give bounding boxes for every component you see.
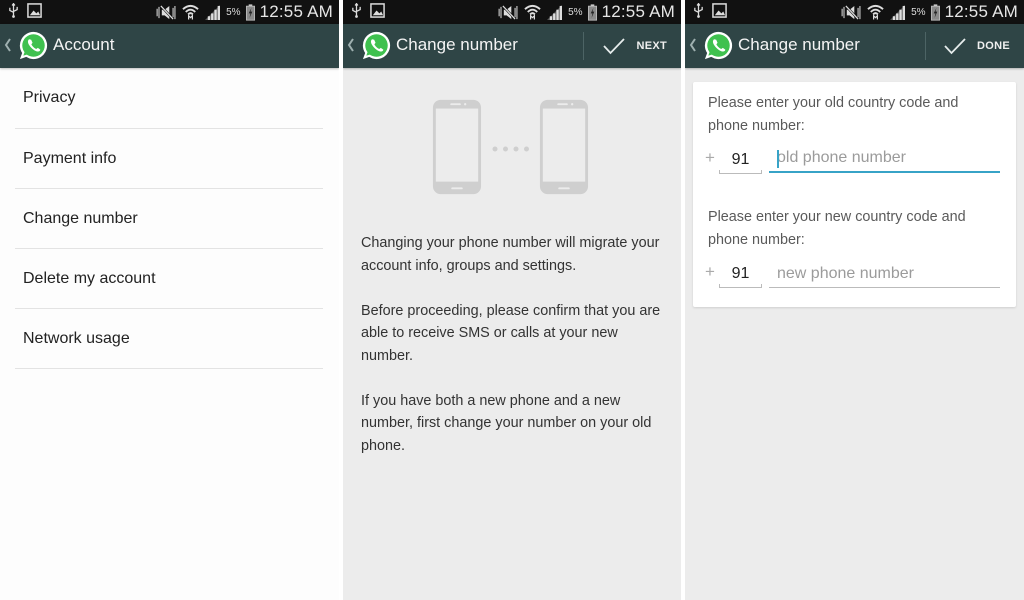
gallery-icon [712, 3, 727, 18]
usb-icon [351, 3, 362, 18]
menu-item-change-number[interactable]: Change number [15, 189, 323, 249]
back-chevron-icon[interactable] [4, 37, 12, 53]
account-menu: Privacy Payment info Change number Delet… [15, 68, 323, 369]
checkmark-icon [943, 37, 967, 55]
old-phone-icon [432, 99, 482, 195]
gallery-icon [27, 3, 42, 18]
explanation-text: Changing your phone number will migrate … [361, 232, 666, 480]
back-chevron-icon[interactable] [347, 37, 355, 53]
gallery-icon [370, 3, 385, 18]
mute-icon [498, 5, 519, 20]
paragraph-confirm: Before proceeding, please confirm that y… [361, 302, 661, 364]
new-number-prompt: Please enter your new country code and p… [708, 209, 966, 248]
old-phone-number-input[interactable] [769, 145, 1000, 173]
phones-illustration [432, 99, 589, 195]
account-screen: 5% 12:55 AM Account Privacy Payment info… [0, 0, 339, 600]
paragraph-new-phone: If you have both a new phone and a new n… [361, 392, 652, 454]
appbar-divider [925, 32, 926, 60]
app-bar: Change number DONE [685, 24, 1024, 68]
whatsapp-logo-icon[interactable] [18, 30, 49, 61]
next-label: NEXT [636, 40, 667, 52]
change-number-intro-screen: 5% 12:55 AM Change number NEXT Changing … [343, 0, 681, 600]
app-bar: Account [0, 24, 339, 68]
checkmark-icon [602, 37, 626, 55]
menu-item-payment-info[interactable]: Payment info [15, 129, 323, 189]
old-country-code-field[interactable]: 91 [719, 146, 762, 174]
signal-icon [204, 5, 221, 20]
phone-number-form: Please enter your old country code and p… [693, 82, 1016, 307]
battery-percent: 5% [568, 6, 583, 18]
dot-icon [503, 146, 508, 152]
paragraph-migrate: Changing your phone number will migrate … [361, 235, 660, 274]
mute-icon [841, 5, 862, 20]
status-bar: 5% 12:55 AM [685, 0, 1024, 24]
old-number-prompt: Please enter your old country code and p… [708, 95, 959, 134]
whatsapp-logo-icon[interactable] [361, 30, 392, 61]
screen-title: Change number [738, 35, 860, 54]
wifi-icon [524, 4, 541, 20]
back-chevron-icon[interactable] [689, 37, 697, 53]
signal-icon [546, 5, 563, 20]
battery-charging-icon [931, 4, 940, 21]
new-phone-icon [539, 99, 589, 195]
clock: 12:55 AM [601, 2, 675, 21]
text-cursor [777, 150, 779, 168]
menu-item-network-usage[interactable]: Network usage [15, 309, 323, 369]
appbar-divider [583, 32, 584, 60]
battery-charging-icon [246, 4, 255, 21]
signal-icon [889, 5, 906, 20]
wifi-icon [182, 4, 199, 20]
app-bar: Change number NEXT [343, 24, 681, 68]
battery-percent: 5% [911, 6, 926, 18]
screen-title: Change number [396, 35, 518, 54]
wifi-icon [867, 4, 884, 20]
status-bar: 5% 12:55 AM [343, 0, 681, 24]
whatsapp-logo-icon[interactable] [703, 30, 734, 61]
screen-title: Account [53, 35, 115, 54]
new-phone-number-input[interactable] [769, 260, 1000, 288]
next-button[interactable]: NEXT [602, 24, 667, 68]
clock: 12:55 AM [259, 2, 333, 21]
battery-percent: 5% [226, 6, 241, 18]
menu-item-privacy[interactable]: Privacy [15, 68, 323, 129]
status-bar: 5% 12:55 AM [0, 0, 339, 24]
done-button[interactable]: DONE [943, 24, 1010, 68]
usb-icon [8, 3, 19, 18]
dot-icon [524, 146, 529, 152]
done-label: DONE [977, 40, 1010, 52]
new-country-code-field[interactable]: 91 [719, 260, 762, 288]
usb-icon [693, 3, 704, 18]
battery-charging-icon [588, 4, 597, 21]
change-number-form-screen: 5% 12:55 AM Change number DONE Please en… [685, 0, 1024, 600]
dot-icon [513, 146, 519, 152]
dot-icon [492, 146, 498, 152]
clock: 12:55 AM [944, 2, 1018, 21]
old-plus-sign: + [705, 148, 715, 167]
menu-item-delete-account[interactable]: Delete my account [15, 249, 323, 309]
new-plus-sign: + [705, 262, 715, 281]
mute-icon [156, 5, 177, 20]
